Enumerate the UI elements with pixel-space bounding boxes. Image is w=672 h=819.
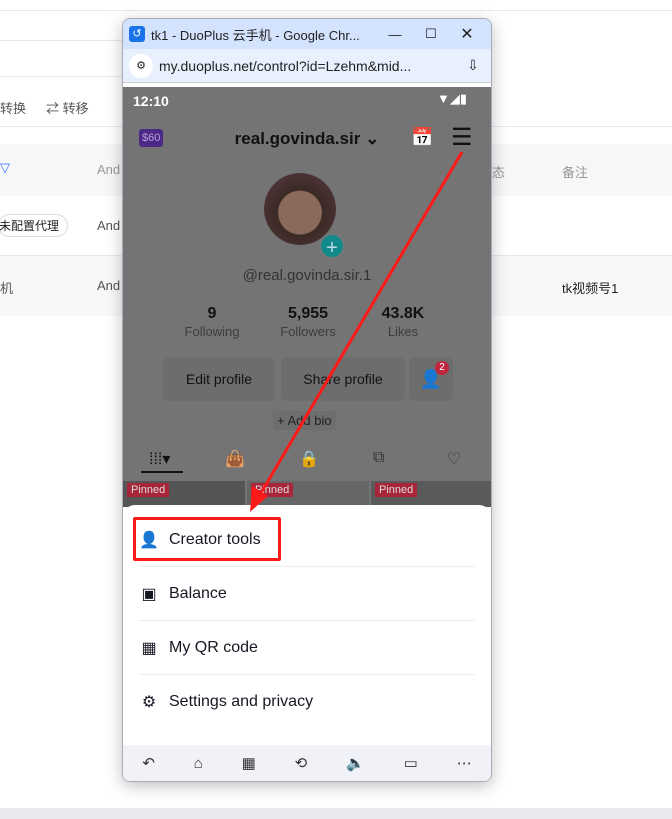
annotation-arrow <box>250 151 464 512</box>
